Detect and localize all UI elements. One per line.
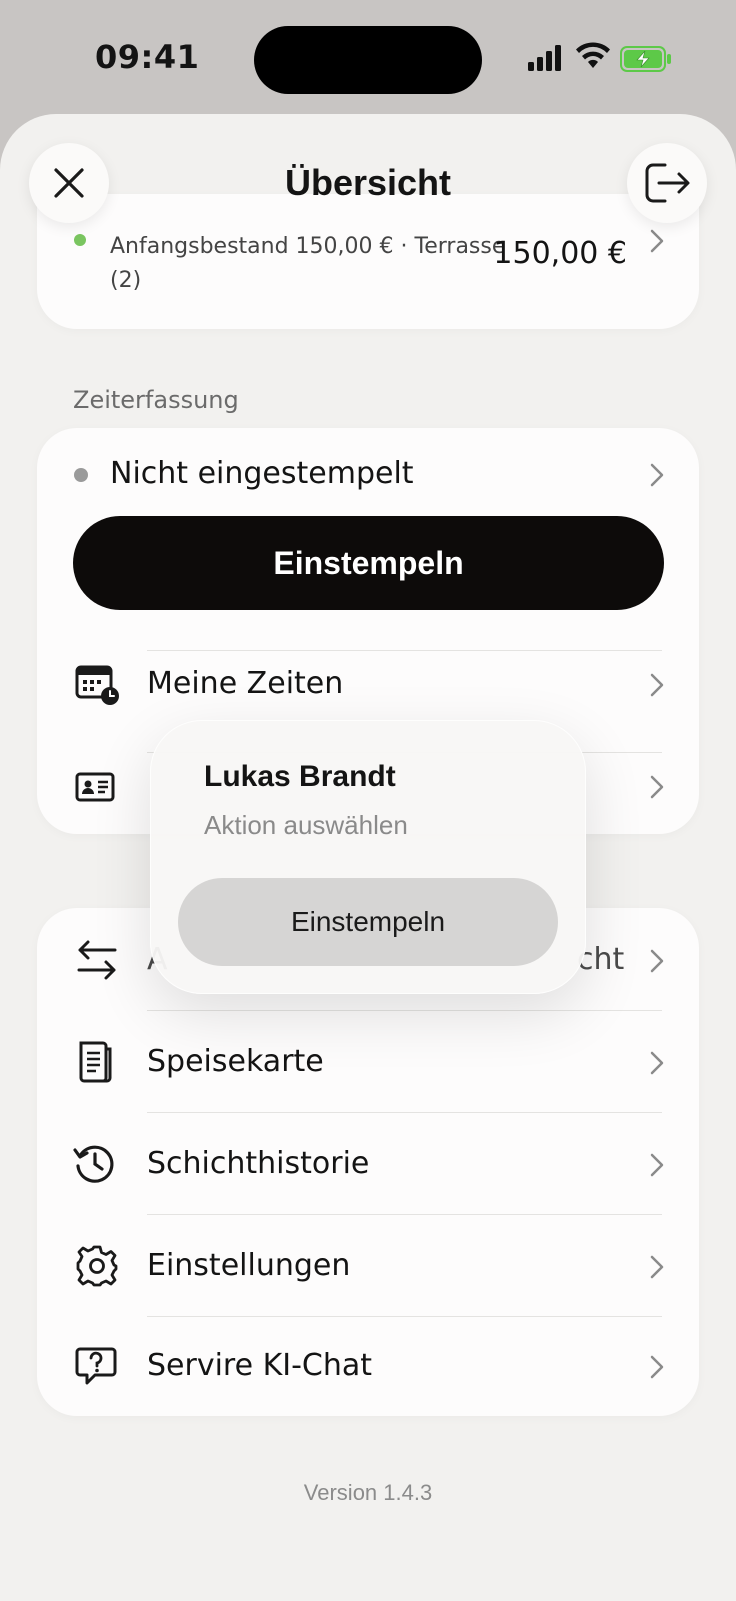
chevron-right-icon [650, 1255, 664, 1279]
chevron-right-icon [650, 775, 664, 799]
gear-icon [76, 1245, 118, 1287]
cash-register-line2: (2) [110, 268, 142, 293]
status-time: 09:41 [95, 38, 200, 76]
divider [147, 1214, 662, 1215]
menu-item-label: Meine Zeiten [147, 666, 344, 701]
sheet-header: Übersicht [0, 114, 736, 244]
menu-item-label: Speisekarte [147, 1044, 324, 1079]
clock-status-label[interactable]: Nicht eingestempelt [110, 456, 414, 491]
chevron-right-icon [650, 1355, 664, 1379]
divider [147, 1316, 662, 1317]
logout-icon [645, 163, 690, 203]
action-popup: Lukas Brandt Aktion auswählen Einstempel… [150, 720, 586, 994]
history-icon [73, 1145, 114, 1183]
chevron-right-icon [650, 1153, 664, 1177]
popup-user-name: Lukas Brandt [204, 760, 396, 793]
status-bar: 09:41 [0, 0, 736, 110]
cellular-signal-icon [528, 45, 561, 71]
close-icon [54, 168, 84, 198]
app-version: Version 1.4.3 [303, 1480, 433, 1505]
section-label-time-tracking: Zeiterfassung [73, 386, 239, 414]
chevron-right-icon [650, 1051, 664, 1075]
chat-question-icon [75, 1347, 117, 1385]
clock-in-button[interactable]: Einstempeln [73, 516, 664, 610]
wifi-icon [576, 42, 610, 68]
chevron-right-icon [650, 463, 664, 487]
logout-button[interactable] [627, 143, 707, 223]
divider [147, 1112, 662, 1113]
swap-arrows-icon [77, 940, 117, 980]
menu-item-label: Servire KI-Chat [147, 1348, 373, 1383]
menu-item-label: Einstellungen [147, 1248, 351, 1283]
menu-doc-icon [79, 1041, 112, 1083]
divider [147, 1010, 662, 1011]
calendar-clock-icon [75, 665, 119, 705]
popup-subtitle: Aktion auswählen [204, 810, 408, 840]
status-dot-off [74, 468, 88, 482]
chevron-right-icon [650, 673, 664, 697]
page-title: Übersicht [284, 162, 452, 203]
chevron-right-icon [650, 949, 664, 973]
battery-charging-icon [620, 46, 671, 72]
popup-clock-in-button[interactable]: Einstempeln [178, 878, 558, 966]
divider [147, 650, 662, 651]
close-button[interactable] [29, 143, 109, 223]
dynamic-island [254, 26, 482, 94]
id-card-icon [75, 772, 115, 802]
menu-item-label: Schichthistorie [147, 1146, 370, 1181]
